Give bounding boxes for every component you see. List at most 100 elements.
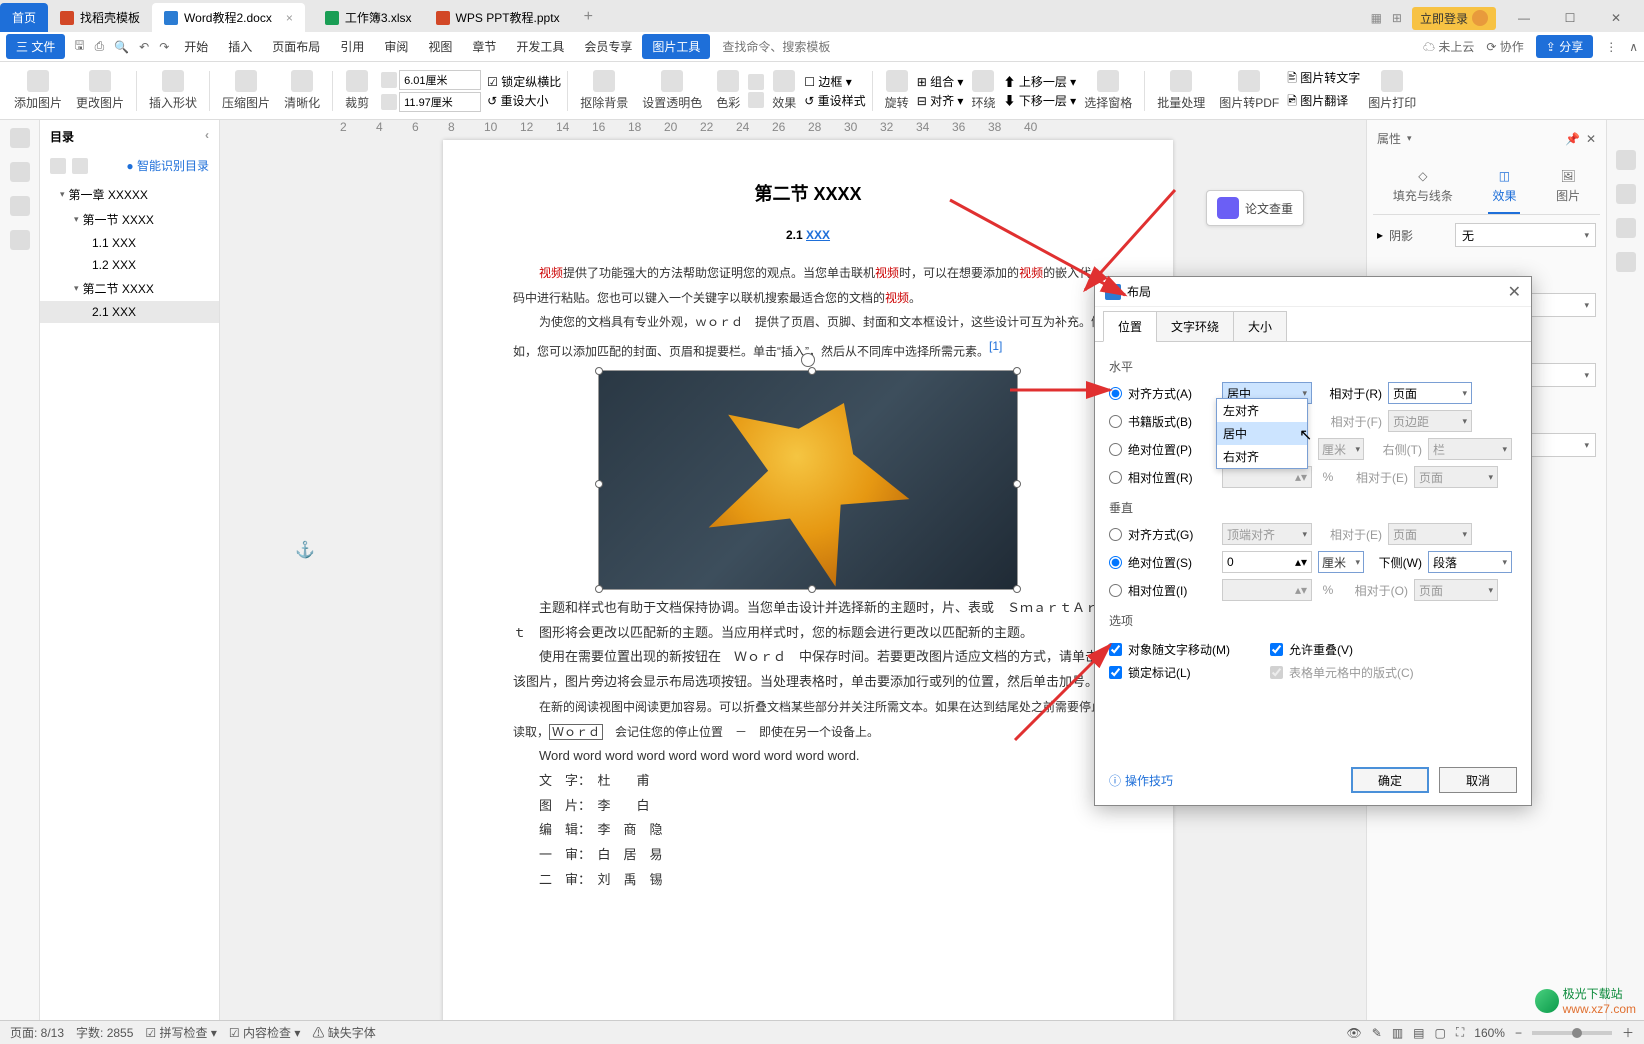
reset-style-btn[interactable]: ↺ 重设样式 bbox=[804, 92, 865, 109]
menu-ref[interactable]: 引用 bbox=[330, 34, 374, 59]
search-rail-icon[interactable] bbox=[10, 230, 30, 250]
operation-tips[interactable]: ⓘ操作技巧 bbox=[1109, 772, 1173, 789]
menu-vip[interactable]: 会员专享 bbox=[574, 34, 642, 59]
resize-handle[interactable] bbox=[595, 480, 603, 488]
list-outline-icon[interactable] bbox=[72, 158, 88, 174]
border-btn[interactable]: ☐ 边框 ▾ bbox=[804, 73, 865, 90]
view-web-icon[interactable]: ▤ bbox=[1413, 1026, 1424, 1040]
undo-icon[interactable]: ↶ bbox=[134, 40, 154, 54]
file-menu[interactable]: 三 文件 bbox=[6, 34, 65, 59]
ribbon-img-print[interactable]: 图片打印 bbox=[1362, 68, 1422, 113]
cancel-button[interactable]: 取消 bbox=[1439, 767, 1517, 793]
menu-dev[interactable]: 开发工具 bbox=[506, 34, 574, 59]
tab-excel-doc[interactable]: 工作簿3.xlsx bbox=[305, 3, 424, 32]
combine-btn[interactable]: ⊞ 组合 ▾ bbox=[917, 73, 964, 90]
tree-item[interactable]: 1.1 XXX bbox=[40, 232, 219, 254]
resize-handle[interactable] bbox=[1013, 480, 1021, 488]
more-icon[interactable]: ⋮ bbox=[1605, 40, 1617, 54]
tab-word-doc[interactable]: Word教程2.docx× bbox=[152, 3, 305, 32]
height-input[interactable]: 11.97厘米 bbox=[399, 92, 481, 112]
align-btn[interactable]: ⊟ 对齐 ▾ bbox=[917, 92, 964, 109]
zoom-out-btn[interactable]: − bbox=[1515, 1026, 1522, 1040]
ribbon-clarity[interactable]: 清晰化 bbox=[278, 68, 326, 113]
ribbon-compress[interactable]: 压缩图片 bbox=[216, 68, 276, 113]
ribbon-crop[interactable]: 裁剪 bbox=[339, 68, 375, 113]
vabs-s-unit[interactable]: 厘米▾ bbox=[1318, 551, 1364, 573]
status-page[interactable]: 页面: 8/13 bbox=[10, 1024, 64, 1041]
apps-icon[interactable]: ⊞ bbox=[1392, 11, 1402, 25]
shadow-select[interactable]: 无▾ bbox=[1455, 223, 1596, 247]
rotate-handle[interactable] bbox=[801, 353, 815, 367]
bookmark-rail-icon[interactable] bbox=[10, 162, 30, 182]
fit-icon[interactable]: ⛶ bbox=[1456, 1025, 1464, 1040]
radio-vabs-s[interactable] bbox=[1109, 556, 1122, 569]
vabs-s-spin[interactable]: 0▴▾ bbox=[1222, 551, 1312, 573]
width-input[interactable]: 6.01厘米 bbox=[399, 70, 481, 90]
radio-valign-g[interactable] bbox=[1109, 528, 1122, 541]
ribbon-edit-pic[interactable]: 更改图片 bbox=[70, 68, 130, 113]
status-words[interactable]: 字数: 2855 bbox=[76, 1024, 133, 1041]
vabs-s-relative-select[interactable]: 段落▾ bbox=[1428, 551, 1512, 573]
coop-button[interactable]: ⟳ 协作 bbox=[1486, 38, 1523, 55]
move-down-btn[interactable]: ⬇ 下移一层 ▾ bbox=[1003, 92, 1076, 109]
menu-layout[interactable]: 页面布局 bbox=[262, 34, 330, 59]
radio-rel-r[interactable] bbox=[1109, 471, 1122, 484]
resize-handle[interactable] bbox=[1013, 585, 1021, 593]
ribbon-selpane[interactable]: 选择窗格 bbox=[1078, 68, 1138, 113]
view-outline-icon[interactable]: ▢ bbox=[1435, 1026, 1446, 1040]
redo-icon[interactable]: ↷ bbox=[154, 40, 174, 54]
tree-item-selected[interactable]: 2.1 XXX bbox=[40, 301, 219, 323]
ribbon-insert-shape[interactable]: 插入形状 bbox=[143, 68, 203, 113]
view-page-icon[interactable]: ▥ bbox=[1392, 1026, 1403, 1040]
props-tab-fill[interactable]: ◇填充与线条 bbox=[1389, 161, 1457, 214]
props-tab-effect[interactable]: ◫效果 bbox=[1488, 161, 1520, 214]
status-content[interactable]: ☑ 内容检查 ▾ bbox=[229, 1024, 300, 1041]
minimize-button[interactable]: — bbox=[1506, 4, 1542, 32]
pin-icon[interactable]: 📌 bbox=[1565, 132, 1580, 146]
view-read-icon[interactable]: 👁 bbox=[1347, 1026, 1362, 1040]
arrow-rail-icon[interactable] bbox=[1616, 150, 1636, 170]
status-spell[interactable]: ☑ 拼写检查 ▾ bbox=[145, 1024, 216, 1041]
style2-icon[interactable] bbox=[748, 92, 764, 108]
resize-handle[interactable] bbox=[808, 367, 816, 375]
resize-handle[interactable] bbox=[595, 585, 603, 593]
zoom-slider[interactable] bbox=[1532, 1031, 1612, 1035]
tree-item[interactable]: ▾第一节 XXXX bbox=[40, 207, 219, 232]
props-tab-image[interactable]: 🖼图片 bbox=[1552, 161, 1584, 214]
status-font[interactable]: ⚠ 缺失字体 bbox=[312, 1024, 375, 1041]
ribbon-wrap[interactable]: 环绕 bbox=[965, 68, 1001, 113]
doc-outline-icon[interactable] bbox=[50, 158, 66, 174]
zoom-in-btn[interactable]: ＋ bbox=[1622, 1024, 1634, 1041]
preview-icon[interactable]: 🔍 bbox=[109, 40, 134, 54]
tree-item[interactable]: ▾第一章 XXXXX bbox=[40, 182, 219, 207]
tab-template[interactable]: 找稻壳模板 bbox=[48, 3, 152, 32]
menu-start[interactable]: 开始 bbox=[174, 34, 218, 59]
menu-view[interactable]: 视图 bbox=[418, 34, 462, 59]
dropdown-option-hover[interactable]: 居中 bbox=[1217, 422, 1307, 445]
ribbon-rail-icon[interactable] bbox=[10, 196, 30, 216]
text-rail-icon[interactable] bbox=[1616, 252, 1636, 272]
ok-button[interactable]: 确定 bbox=[1351, 767, 1429, 793]
tree-item[interactable]: ▾第二节 XXXX bbox=[40, 276, 219, 301]
resize-handle[interactable] bbox=[595, 367, 603, 375]
save-icon[interactable]: 🖫 bbox=[69, 36, 89, 57]
collapse-ribbon-icon[interactable]: ∧ bbox=[1629, 40, 1638, 54]
menu-insert[interactable]: 插入 bbox=[218, 34, 262, 59]
grid-icon[interactable]: ▦ bbox=[1371, 11, 1382, 25]
tab-home[interactable]: 首页 bbox=[0, 3, 48, 32]
search-input[interactable] bbox=[718, 36, 878, 58]
dropdown-option[interactable]: 左对齐 bbox=[1217, 399, 1307, 422]
smart-outline[interactable]: ● 智能识别目录 bbox=[126, 157, 209, 174]
login-button[interactable]: 立即登录 bbox=[1412, 7, 1496, 30]
ribbon-batch[interactable]: 批量处理 bbox=[1151, 68, 1211, 113]
menu-review[interactable]: 审阅 bbox=[374, 34, 418, 59]
ribbon-add-pic[interactable]: 添加图片 bbox=[8, 68, 68, 113]
chk-allow-overlap[interactable] bbox=[1270, 643, 1283, 656]
radio-abs-p[interactable] bbox=[1109, 443, 1122, 456]
dialog-tab-wrap[interactable]: 文字环绕 bbox=[1156, 311, 1234, 342]
shape-rail-icon[interactable] bbox=[1616, 218, 1636, 238]
tree-item[interactable]: 1.2 XXX bbox=[40, 254, 219, 276]
close-icon[interactable]: × bbox=[286, 11, 293, 25]
cloud-status[interactable]: ☁ 未上云 bbox=[1423, 38, 1474, 55]
ribbon-trans-color[interactable]: 设置透明色 bbox=[636, 68, 708, 113]
